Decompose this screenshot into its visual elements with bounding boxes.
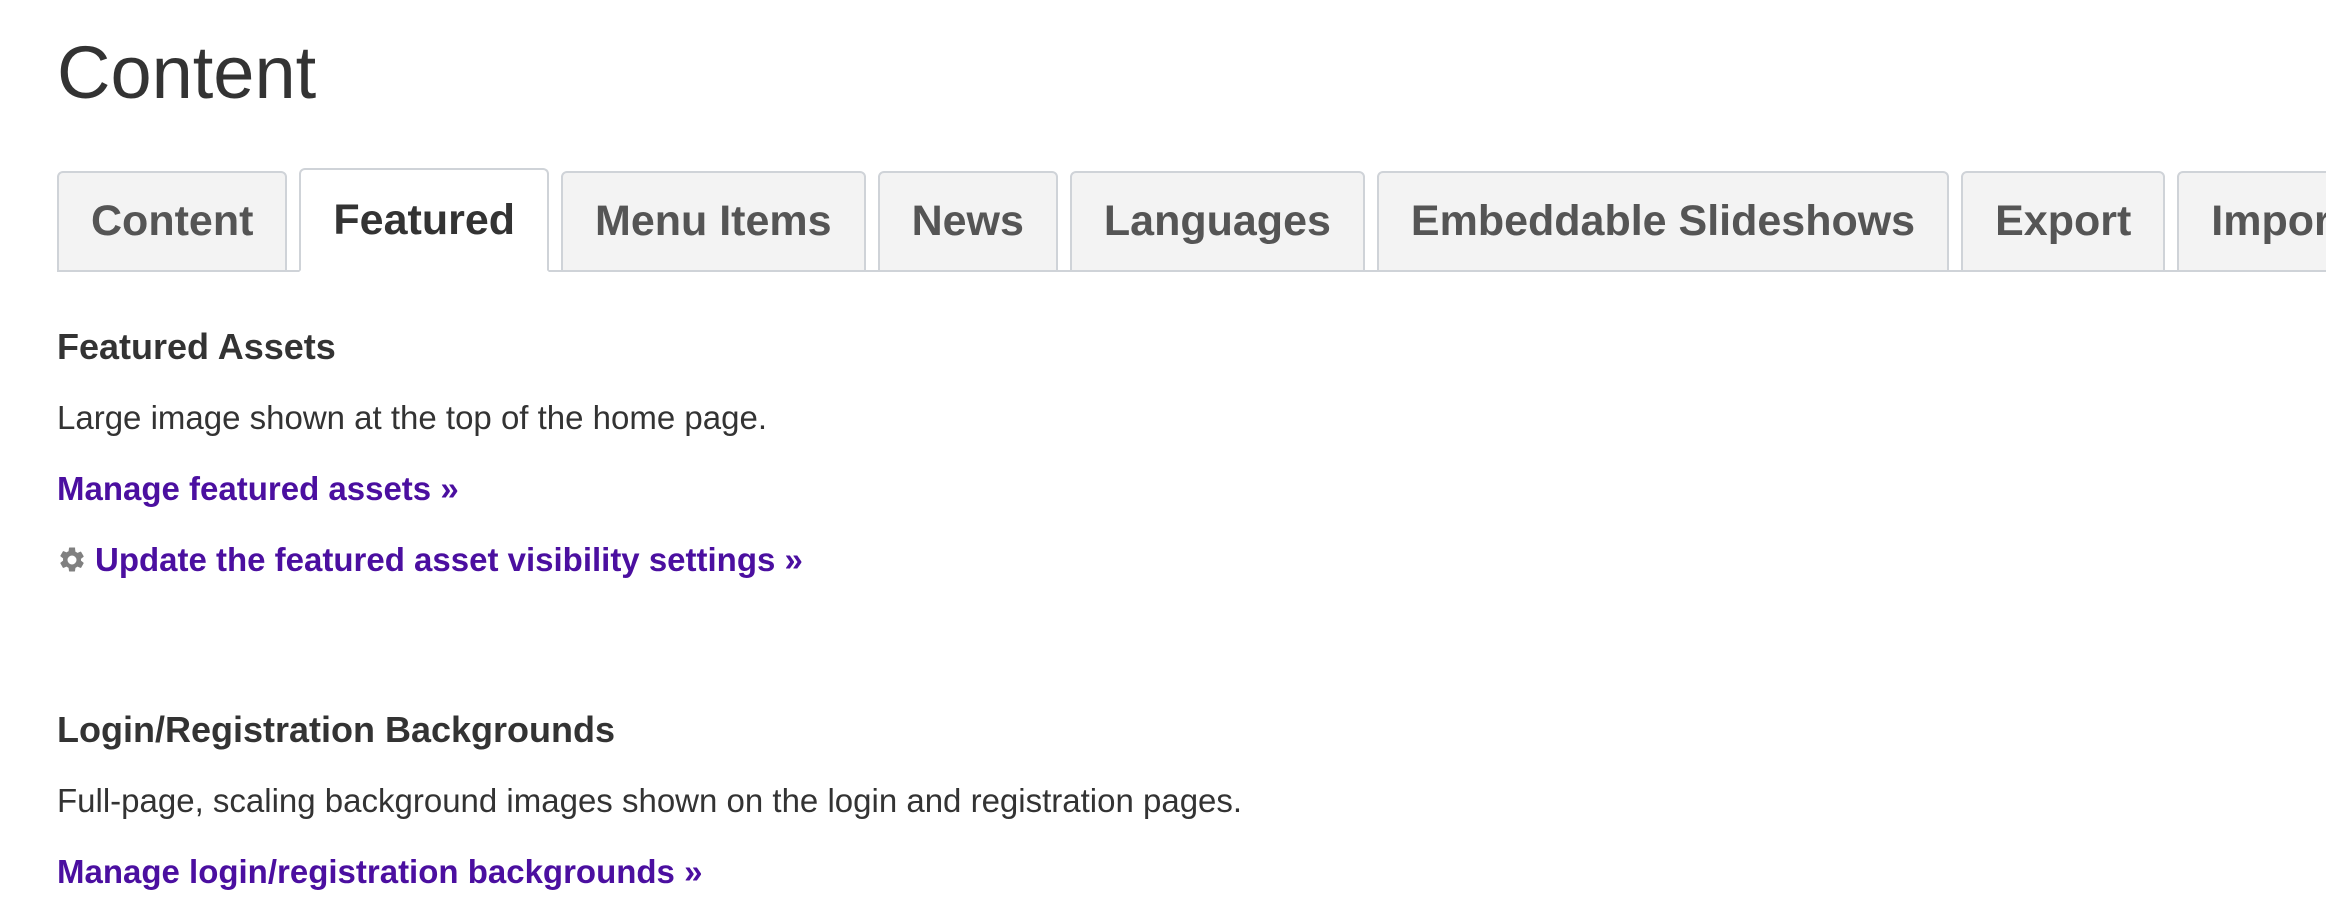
tab-export[interactable]: Export xyxy=(1961,171,2166,272)
login-backgrounds-heading: Login/Registration Backgrounds xyxy=(57,709,616,750)
manage-featured-assets-link[interactable]: Manage featured assets » xyxy=(57,464,459,514)
manage-login-backgrounds-link[interactable]: Manage login/registration backgrounds » xyxy=(57,847,702,897)
tab-import[interactable]: Import xyxy=(2177,171,2326,272)
gear-icon xyxy=(60,547,84,572)
tab-content[interactable]: Content xyxy=(57,171,288,272)
tab-news[interactable]: News xyxy=(877,171,1058,272)
tab-bar: Content Featured Menu Items News Languag… xyxy=(57,168,2326,272)
content-page: Content Content Featured Menu Items News… xyxy=(0,0,2326,914)
login-backgrounds-section: Login/Registration Backgrounds Full-page… xyxy=(57,705,1242,897)
update-visibility-settings-link[interactable]: Update the featured asset visibility set… xyxy=(57,535,803,585)
tab-menu-items[interactable]: Menu Items xyxy=(561,171,866,272)
tab-languages[interactable]: Languages xyxy=(1069,171,1365,272)
page-title: Content xyxy=(57,31,317,114)
login-backgrounds-description: Full-page, scaling background images sho… xyxy=(57,782,1243,819)
featured-assets-description: Large image shown at the top of the home… xyxy=(57,399,767,436)
tab-embeddable-slideshows[interactable]: Embeddable Slideshows xyxy=(1376,171,1950,272)
update-visibility-settings-label: Update the featured asset visibility set… xyxy=(95,541,803,578)
featured-assets-section: Featured Assets Large image shown at the… xyxy=(57,322,803,585)
tab-featured[interactable]: Featured xyxy=(299,168,550,272)
featured-assets-heading: Featured Assets xyxy=(57,326,336,367)
